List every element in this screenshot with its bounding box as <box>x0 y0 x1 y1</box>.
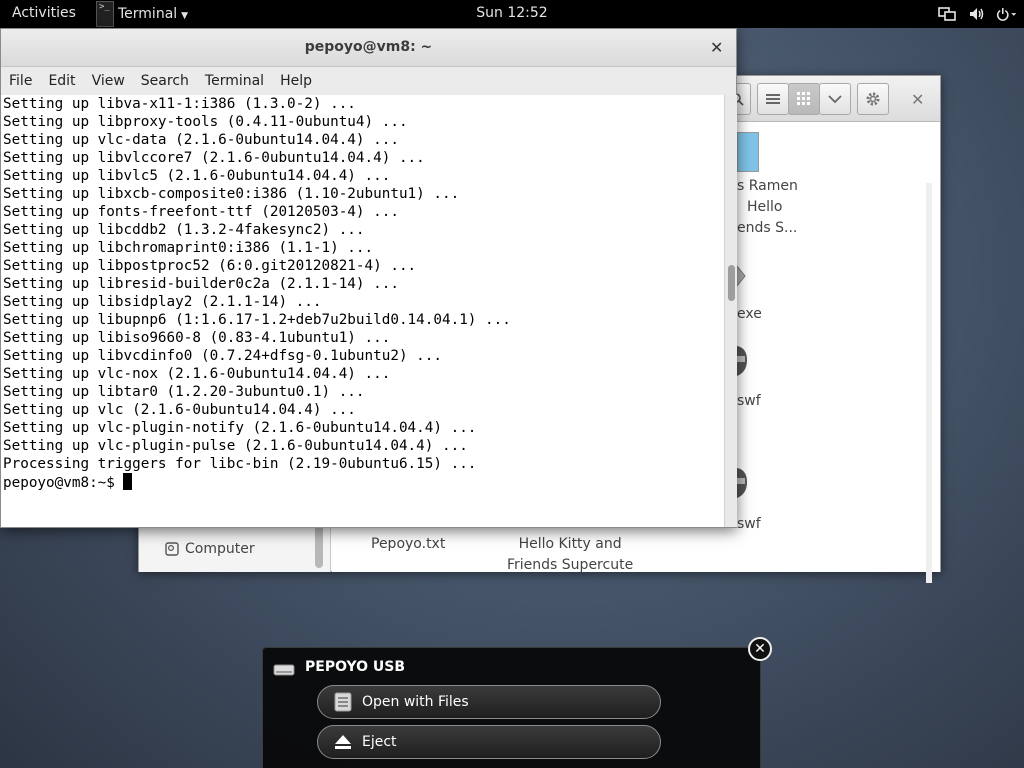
power-icon[interactable] <box>996 3 1018 25</box>
terminal-line: Setting up libtar0 (1.2.20-3ubuntu0.1) .… <box>3 384 365 400</box>
terminal-line: Setting up libsidplay2 (2.1.1-14) ... <box>3 294 322 310</box>
terminal-line: Setting up libxcb-composite0:i386 (1.10-… <box>3 186 460 202</box>
menu-terminal[interactable]: Terminal <box>205 73 264 89</box>
terminal-output[interactable]: Setting up libva-x11-1:i386 (1.3.0-2) ..… <box>1 95 724 527</box>
app-menu[interactable]: >_ Terminal ▼ <box>96 0 188 28</box>
close-icon[interactable]: ✕ <box>748 637 772 661</box>
notification-title: PEPOYO USB <box>305 659 406 675</box>
terminal-line: Setting up libvcdinfo0 (0.7.24+dfsg-0.1u… <box>3 348 442 364</box>
menu-edit[interactable]: Edit <box>48 73 75 89</box>
terminal-app-icon: >_ <box>96 1 114 27</box>
sidebar-item-computer[interactable]: Computer <box>165 541 255 557</box>
terminal-line: Setting up libcddb2 (1.3.2-4fakesync2) .… <box>3 222 365 238</box>
computer-icon <box>165 542 179 556</box>
exe-file-icon[interactable] <box>736 264 747 292</box>
terminal-line: Setting up libchromaprint0:i386 (1.1-1) … <box>3 240 374 256</box>
grid-icon <box>797 92 810 105</box>
file-item-hello-kitty[interactable]: Hello Kitty and Friends Supercute <box>507 534 633 576</box>
file-item[interactable]: swf <box>737 514 761 535</box>
shell-prompt: pepoyo@vm8:~$ <box>3 475 115 491</box>
terminal-line: Setting up libpostproc52 (6:0.git2012082… <box>3 258 417 274</box>
top-bar: Activities >_ Terminal ▼ Sun 12:52 <box>0 0 1024 28</box>
network-icon[interactable] <box>936 3 958 25</box>
chevron-down-icon <box>828 95 842 104</box>
terminal-line: Setting up vlc (2.1.6-0ubuntu14.04.4) ..… <box>3 402 356 418</box>
gear-icon <box>866 92 880 106</box>
flash-file-icon[interactable] <box>737 344 749 382</box>
terminal-line: Processing triggers for libc-bin (2.19-0… <box>3 456 477 472</box>
file-item-pepoyo-txt[interactable]: Pepoyo.txt <box>371 534 445 555</box>
terminal-line: Setting up libvlc5 (2.1.6-0ubuntu14.04.4… <box>3 168 391 184</box>
menu-file[interactable]: File <box>9 73 32 89</box>
terminal-line: Setting up libupnp6 (1:1.6.17-1.2+deb7u2… <box>3 312 511 328</box>
file-item[interactable]: swf <box>737 391 761 412</box>
grid-view-button[interactable] <box>788 83 820 115</box>
view-options-button[interactable] <box>819 83 851 115</box>
terminal-menubar: File Edit View Search Terminal Help <box>1 67 736 95</box>
terminal-line: Setting up fonts-freefont-ttf (20120503-… <box>3 204 399 220</box>
list-icon <box>766 94 780 104</box>
window-title: pepoyo@vm8: ~ <box>304 39 433 55</box>
sidebar-scrollbar[interactable] <box>315 523 323 568</box>
files-close-icon[interactable]: ✕ <box>911 90 924 109</box>
prompt-line[interactable]: pepoyo@vm8:~$ <box>1 473 724 491</box>
usb-drive-icon <box>273 661 295 680</box>
terminal-scrollbar[interactable] <box>724 95 737 527</box>
menu-view[interactable]: View <box>92 73 125 89</box>
terminal-titlebar[interactable]: pepoyo@vm8: ~ ✕ <box>1 29 736 67</box>
file-item[interactable]: exe <box>737 304 762 325</box>
sidebar-item-label: Computer <box>185 541 255 557</box>
terminal-line: Setting up vlc-plugin-pulse (2.1.6-0ubun… <box>3 438 468 454</box>
terminal-line: Setting up libproxy-tools (0.4.11-0ubunt… <box>3 114 408 130</box>
app-menu-label: Terminal <box>118 6 178 22</box>
text-cursor <box>122 473 132 490</box>
open-with-files-button[interactable]: Open with Files <box>317 685 661 719</box>
terminal-line: Setting up libiso9660-8 (0.83-4.1ubuntu1… <box>3 330 391 346</box>
terminal-line: Setting up vlc-data (2.1.6-0ubuntu14.04.… <box>3 132 399 148</box>
open-with-files-label: Open with Files <box>362 694 469 710</box>
menu-help[interactable]: Help <box>280 73 312 89</box>
file-cabinet-icon <box>334 692 352 712</box>
scrollbar-thumb[interactable] <box>728 265 735 301</box>
chevron-down-icon: ▼ <box>181 10 189 21</box>
terminal-line: Setting up libresid-builder0c2a (2.1.1-1… <box>3 276 399 292</box>
terminal-line: Setting up vlc-nox (2.1.6-0ubuntu14.04.4… <box>3 366 391 382</box>
eject-label: Eject <box>362 734 397 750</box>
menu-search[interactable]: Search <box>141 73 189 89</box>
terminal-line: Setting up vlc-plugin-notify (2.1.6-0ubu… <box>3 420 477 436</box>
gear-button[interactable] <box>857 83 889 115</box>
activities-button[interactable]: Activities <box>12 5 76 21</box>
terminal-window[interactable]: pepoyo@vm8: ~ ✕ File Edit View Search Te… <box>0 28 737 528</box>
system-tray <box>936 3 1018 25</box>
close-icon[interactable]: ✕ <box>710 38 723 57</box>
terminal-line: Setting up libvlccore7 (2.1.6-0ubuntu14.… <box>3 150 425 166</box>
list-view-button[interactable] <box>757 83 789 115</box>
image-thumbnail[interactable] <box>737 132 759 172</box>
clock[interactable]: Sun 12:52 <box>476 5 547 21</box>
flash-file-icon[interactable] <box>737 466 749 504</box>
eject-icon <box>335 735 351 749</box>
volume-icon[interactable] <box>966 3 988 25</box>
files-scrollbar[interactable] <box>926 183 932 583</box>
eject-button[interactable]: Eject <box>317 725 661 759</box>
usb-notification: PEPOYO USB Open with Files Eject <box>262 647 761 768</box>
terminal-line: Setting up libva-x11-1:i386 (1.3.0-2) ..… <box>3 96 356 112</box>
file-item[interactable]: s Ramen Hello ends S... <box>737 176 798 239</box>
